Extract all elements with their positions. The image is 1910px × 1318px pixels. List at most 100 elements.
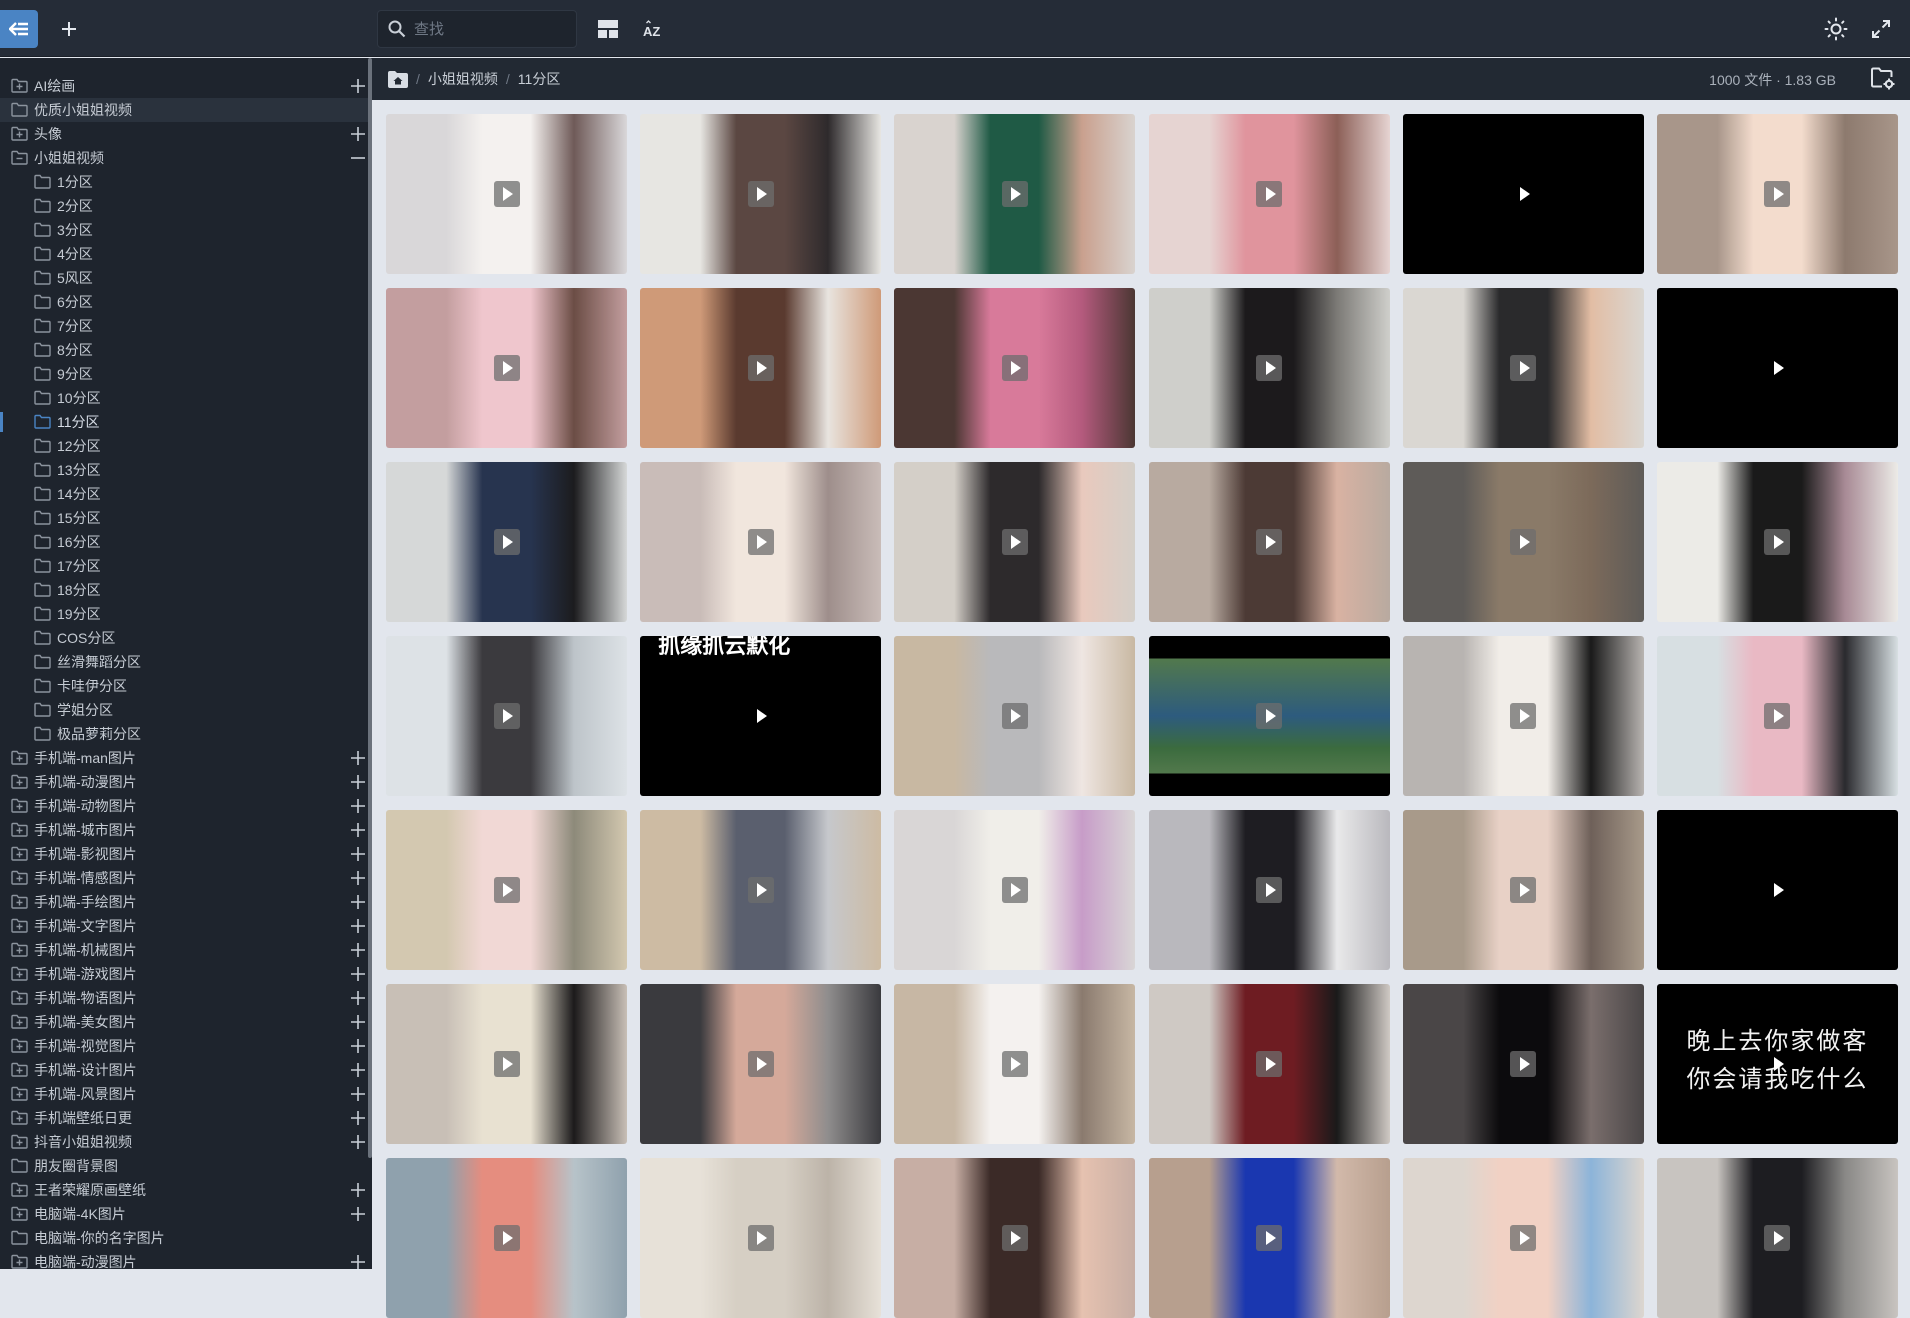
breadcrumb-item-parent[interactable]: 小姐姐视频 <box>428 69 498 89</box>
video-thumbnail[interactable] <box>386 636 627 796</box>
sidebar-item[interactable]: 10分区 <box>0 386 368 410</box>
sidebar-item[interactable]: 手机端-视觉图片 <box>0 1034 368 1058</box>
video-thumbnail[interactable] <box>894 288 1136 448</box>
sidebar-item[interactable]: 手机端-手绘图片 <box>0 890 368 914</box>
sidebar-item[interactable]: 优质小姐姐视频 <box>0 98 368 122</box>
video-thumbnail[interactable] <box>640 810 882 970</box>
video-thumbnail[interactable] <box>1402 1158 1644 1318</box>
video-thumbnail[interactable] <box>386 984 627 1144</box>
video-thumbnail[interactable] <box>640 288 882 448</box>
video-thumbnail[interactable] <box>1148 810 1390 970</box>
video-thumbnail[interactable] <box>894 1158 1136 1318</box>
expand-toggle[interactable] <box>350 966 366 982</box>
search-box[interactable] <box>377 10 577 48</box>
collapse-sidebar-button[interactable] <box>0 10 38 48</box>
sidebar-item[interactable]: 手机端-游戏图片 <box>0 962 368 986</box>
sidebar-item[interactable]: 电脑端-4K图片 <box>0 1202 368 1226</box>
expand-toggle[interactable] <box>350 870 366 886</box>
video-thumbnail[interactable] <box>386 114 627 274</box>
sidebar-item[interactable]: 手机端-美女图片 <box>0 1010 368 1034</box>
sidebar-item[interactable]: 5风区 <box>0 266 368 290</box>
sidebar-item[interactable]: 15分区 <box>0 506 368 530</box>
sidebar-item[interactable]: 17分区 <box>0 554 368 578</box>
sidebar-item[interactable]: 卡哇伊分区 <box>0 674 368 698</box>
fullscreen-button[interactable] <box>1866 14 1896 44</box>
video-thumbnail[interactable] <box>1148 462 1390 622</box>
video-thumbnail[interactable] <box>1656 810 1898 970</box>
video-thumbnail[interactable] <box>1148 114 1390 274</box>
collapse-toggle[interactable] <box>350 150 366 166</box>
expand-toggle[interactable] <box>350 1014 366 1030</box>
home-folder-icon[interactable] <box>388 70 408 88</box>
search-input[interactable] <box>414 20 564 38</box>
video-thumbnail[interactable] <box>1148 1158 1390 1318</box>
sidebar-item[interactable]: 3分区 <box>0 218 368 242</box>
video-thumbnail[interactable] <box>640 984 882 1144</box>
sidebar-item[interactable]: 11分区 <box>0 410 368 434</box>
video-thumbnail[interactable] <box>1402 810 1644 970</box>
expand-toggle[interactable] <box>350 1182 366 1198</box>
sort-button[interactable]: AZ <box>638 14 668 44</box>
expand-toggle[interactable] <box>350 846 366 862</box>
expand-toggle[interactable] <box>350 894 366 910</box>
sidebar-item[interactable]: 朋友圈背景图 <box>0 1154 368 1178</box>
expand-toggle[interactable] <box>350 822 366 838</box>
sidebar-item[interactable]: 手机端-文字图片 <box>0 914 368 938</box>
video-thumbnail[interactable] <box>1148 636 1390 796</box>
video-thumbnail[interactable] <box>640 1158 882 1318</box>
sidebar-item[interactable]: 手机端-影视图片 <box>0 842 368 866</box>
theme-toggle-button[interactable] <box>1821 14 1851 44</box>
sidebar-item[interactable]: 手机端-风景图片 <box>0 1082 368 1106</box>
sidebar-item[interactable]: 8分区 <box>0 338 368 362</box>
expand-toggle[interactable] <box>350 78 366 94</box>
expand-toggle[interactable] <box>350 1206 366 1222</box>
sidebar-item[interactable]: 手机端-设计图片 <box>0 1058 368 1082</box>
expand-toggle[interactable] <box>350 1086 366 1102</box>
expand-toggle[interactable] <box>350 990 366 1006</box>
video-thumbnail[interactable] <box>1656 114 1898 274</box>
video-thumbnail[interactable] <box>1402 984 1644 1144</box>
expand-toggle[interactable] <box>350 1254 366 1269</box>
sidebar-item[interactable]: 9分区 <box>0 362 368 386</box>
sidebar-item[interactable]: 12分区 <box>0 434 368 458</box>
sidebar-item[interactable]: 手机端-动漫图片 <box>0 770 368 794</box>
sidebar-item[interactable]: COS分区 <box>0 626 368 650</box>
sidebar-item[interactable]: 14分区 <box>0 482 368 506</box>
sidebar-item[interactable]: 电脑端-你的名字图片 <box>0 1226 368 1250</box>
sidebar-item[interactable]: 手机端-man图片 <box>0 746 368 770</box>
sidebar-item[interactable]: 19分区 <box>0 602 368 626</box>
expand-toggle[interactable] <box>350 774 366 790</box>
expand-toggle[interactable] <box>350 1110 366 1126</box>
video-thumbnail[interactable] <box>1656 636 1898 796</box>
sidebar-item[interactable]: 7分区 <box>0 314 368 338</box>
expand-toggle[interactable] <box>350 798 366 814</box>
sidebar-item[interactable]: 丝滑舞蹈分区 <box>0 650 368 674</box>
video-thumbnail[interactable] <box>1148 984 1390 1144</box>
video-thumbnail[interactable] <box>1402 636 1644 796</box>
sidebar-item[interactable]: 13分区 <box>0 458 368 482</box>
video-thumbnail[interactable] <box>386 810 627 970</box>
video-thumbnail[interactable] <box>386 1158 627 1318</box>
video-thumbnail[interactable] <box>640 462 882 622</box>
sidebar-item[interactable]: 手机端-动物图片 <box>0 794 368 818</box>
sidebar-item[interactable]: 手机端壁纸日更 <box>0 1106 368 1130</box>
sidebar-item[interactable]: 手机端-物语图片 <box>0 986 368 1010</box>
expand-toggle[interactable] <box>350 750 366 766</box>
video-thumbnail[interactable] <box>386 288 627 448</box>
video-thumbnail[interactable] <box>640 114 882 274</box>
video-thumbnail[interactable] <box>1656 288 1898 448</box>
sidebar-item[interactable]: 极品萝莉分区 <box>0 722 368 746</box>
video-thumbnail[interactable] <box>1402 288 1644 448</box>
video-thumbnail[interactable] <box>386 462 627 622</box>
sidebar-item[interactable]: 4分区 <box>0 242 368 266</box>
video-thumbnail[interactable] <box>894 810 1136 970</box>
video-thumbnail[interactable] <box>1402 462 1644 622</box>
sidebar-item[interactable]: 电脑端-动漫图片 <box>0 1250 368 1269</box>
video-thumbnail[interactable] <box>1148 288 1390 448</box>
sidebar-item[interactable]: 手机端-情感图片 <box>0 866 368 890</box>
video-thumbnail[interactable] <box>1402 114 1644 274</box>
video-thumbnail[interactable] <box>894 114 1136 274</box>
sidebar-item[interactable]: 王者荣耀原画壁纸 <box>0 1178 368 1202</box>
sidebar-item[interactable]: 小姐姐视频 <box>0 146 368 170</box>
folder-settings-icon[interactable] <box>1870 67 1896 91</box>
